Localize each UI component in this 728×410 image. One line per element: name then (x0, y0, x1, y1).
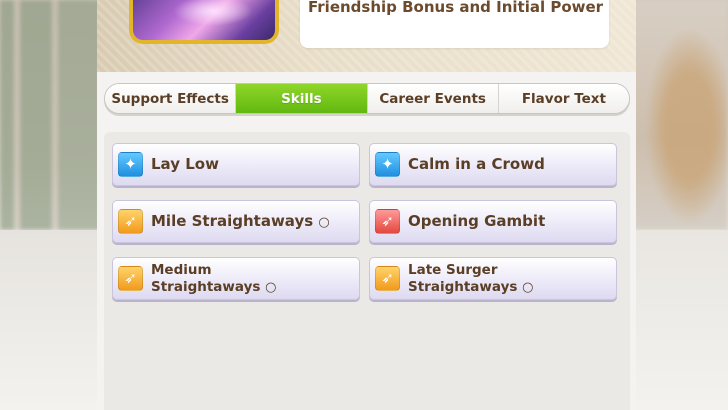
background-right-floor (632, 230, 728, 410)
skill-name-line1: Medium (151, 261, 212, 278)
tab-career-events[interactable]: Career Events (367, 84, 499, 113)
skill-name-line1: Late Surger (408, 261, 498, 278)
tab-support-effects[interactable]: Support Effects (105, 84, 237, 113)
runner-icon: ➶ (375, 209, 400, 234)
skill-mile-straightaways[interactable]: ➶ Mile Straightaways ○ (112, 200, 360, 243)
background-left-floor (0, 230, 100, 410)
skill-grade-mark: ○ (522, 279, 534, 295)
runner-icon: ➶ (118, 209, 143, 234)
runner-icon: ➶ (118, 266, 143, 291)
skill-name: Calm in a Crowd (408, 155, 545, 173)
bonus-info-box: Friendship Bonus and Initial Power (300, 0, 609, 48)
skill-grade-mark: ○ (265, 279, 277, 295)
background-right (632, 0, 728, 230)
skill-opening-gambit[interactable]: ➶ Opening Gambit (369, 200, 617, 243)
portrait-glow (173, 0, 253, 26)
sparkle-icon: ✦ (375, 152, 400, 177)
skill-lay-low[interactable]: ✦ Lay Low (112, 143, 360, 186)
skills-panel: ✦ Lay Low ✦ Calm in a Crowd ➶ Mile Strai… (104, 132, 630, 410)
skill-grade-mark: ○ (318, 214, 330, 230)
skill-name-line2: Straightaways (408, 278, 518, 295)
skill-name-line2: Straightaways (151, 278, 261, 295)
sparkle-icon: ✦ (118, 152, 143, 177)
support-card-detail-panel: Friendship Bonus and Initial Power Suppo… (97, 0, 636, 410)
skill-medium-straightaways[interactable]: ➶ Medium Straightaways ○ (112, 257, 360, 300)
background-left (0, 0, 100, 230)
tab-bar: Support Effects Skills Career Events Fla… (104, 83, 630, 114)
skill-late-surger-straightaways[interactable]: ➶ Late Surger Straightaways ○ (369, 257, 617, 300)
card-header-area: Friendship Bonus and Initial Power (97, 0, 636, 72)
skill-name: Mile Straightaways (151, 211, 314, 230)
runner-icon: ➶ (375, 266, 400, 291)
skill-name: Opening Gambit (408, 212, 546, 230)
skill-name: Lay Low (151, 155, 219, 173)
bonus-title: Friendship Bonus and Initial Power (308, 0, 604, 16)
character-portrait (129, 0, 279, 44)
tab-flavor-text[interactable]: Flavor Text (498, 84, 629, 113)
skill-calm-in-a-crowd[interactable]: ✦ Calm in a Crowd (369, 143, 617, 186)
tab-skills[interactable]: Skills (236, 84, 368, 113)
